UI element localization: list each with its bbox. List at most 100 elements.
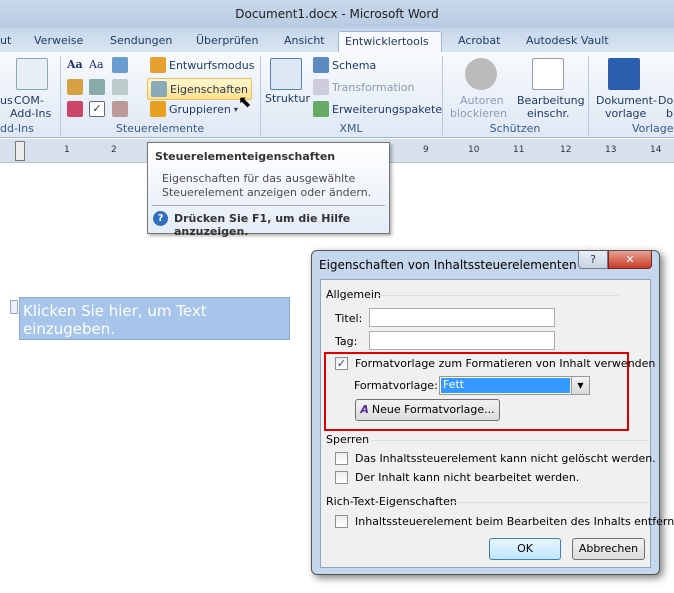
indent-marker-icon[interactable] xyxy=(15,141,25,161)
ruler-number: 12 xyxy=(560,145,572,155)
content-control-properties-dialog: Eigenschaften von Inhaltssteuerelementen… xyxy=(311,250,674,575)
ruler-number: 13 xyxy=(605,145,617,155)
ruler-number: 2 xyxy=(111,145,117,155)
document-template-icon xyxy=(608,58,640,90)
title-label: Titel: xyxy=(335,312,363,325)
group-schuetzen: Schützen xyxy=(489,122,541,135)
tab-verweise[interactable]: Verweise xyxy=(28,31,89,52)
placeholder-text: Klicken Sie hier, um Text einzugeben. xyxy=(23,302,207,338)
document-panel-line2[interactable]: b xyxy=(666,107,673,120)
transformation-button[interactable]: Transformation xyxy=(313,79,415,95)
section-rich-text: Rich-Text-Eigenschaften xyxy=(326,495,457,508)
block-authors-line1[interactable]: Autoren xyxy=(460,94,504,107)
tooltip: Steuerelementeigenschaften Eigenschaften… xyxy=(147,142,390,238)
tab-ueberpruefen[interactable]: Überprüfen xyxy=(190,31,264,52)
ruler-number: 9 xyxy=(423,145,429,155)
block-authors-icon xyxy=(465,58,497,90)
dropdown-list-icon[interactable] xyxy=(112,79,128,95)
group-steuerelemente: Steuerelemente xyxy=(115,122,205,135)
plain-text-control[interactable]: Aa xyxy=(89,58,104,71)
dialog-title: Eigenschaften von Inhaltssteuerelementen xyxy=(319,258,577,272)
ruler-number: 14 xyxy=(650,145,662,155)
document-template-line1[interactable]: Dokument- xyxy=(596,94,657,107)
new-style-button[interactable]: A Neue Formatvorlage... xyxy=(355,399,500,421)
rich-text-content-control[interactable]: Klicken Sie hier, um Text einzugeben. xyxy=(19,297,290,340)
structure-icon xyxy=(270,58,302,90)
style-label: Formatvorlage: xyxy=(354,379,438,392)
document-template-line2[interactable]: vorlage xyxy=(605,107,646,120)
lock-delete-checkbox[interactable] xyxy=(335,452,348,465)
ribbon-tabs: ut Verweise Sendungen Überprüfen Ansicht… xyxy=(0,28,674,52)
help-button[interactable]: ? xyxy=(578,251,608,269)
remove-on-edit-label: Inhaltssteuerelement beim Bearbeiten des… xyxy=(355,515,674,528)
section-general: Allgemein xyxy=(326,288,381,301)
style-select[interactable]: Fett ▼ xyxy=(439,376,590,395)
com-addins-icon xyxy=(16,58,48,90)
use-style-checkbox[interactable]: ✓ xyxy=(335,357,348,370)
block-authors-line2[interactable]: blockieren xyxy=(450,107,507,120)
tab-autodesk-vault[interactable]: Autodesk Vault xyxy=(520,31,615,52)
properties-button[interactable]: Eigenschaften xyxy=(147,78,252,100)
legacy-tools-icon[interactable] xyxy=(112,101,128,117)
section-locking: Sperren xyxy=(326,433,370,446)
schema-button[interactable]: Schema xyxy=(313,57,376,73)
design-mode-button[interactable]: Entwurfsmodus xyxy=(150,57,254,73)
group-button[interactable]: Gruppieren ▾ xyxy=(150,101,238,117)
tab-entwicklertools[interactable]: Entwicklertools xyxy=(338,31,442,52)
ruler-number: 11 xyxy=(513,145,525,155)
addins-partial[interactable]: us xyxy=(0,94,13,107)
close-button[interactable]: ✕ xyxy=(608,251,652,269)
help-icon: ? xyxy=(153,211,168,226)
lock-edit-label: Der Inhalt kann nicht bearbeitet werden. xyxy=(355,471,580,484)
tag-input[interactable] xyxy=(369,331,555,350)
properties-icon xyxy=(151,81,167,97)
ok-button[interactable]: OK xyxy=(489,538,561,560)
ruler-number: 10 xyxy=(468,145,480,155)
chevron-down-icon[interactable]: ▼ xyxy=(571,377,589,394)
tooltip-line1: Eigenschaften für das ausgewählte xyxy=(162,172,356,185)
restrict-editing-icon xyxy=(532,58,564,90)
com-addins-line1[interactable]: COM- xyxy=(14,94,44,107)
use-style-label: Formatvorlage zum Formatieren von Inhalt… xyxy=(355,357,656,370)
document-panel-line1[interactable]: Do xyxy=(658,94,673,107)
expansion-packs-icon xyxy=(313,101,329,117)
structure-button[interactable]: Struktur xyxy=(265,92,310,105)
remove-on-edit-checkbox[interactable] xyxy=(335,515,348,528)
group-addins: dd-Ins xyxy=(0,122,34,135)
group-icon xyxy=(150,101,166,117)
tab-layout[interactable]: ut xyxy=(0,31,17,52)
tooltip-help: Drücken Sie F1, um die Hilfe anzuzeigen. xyxy=(174,212,351,238)
tooltip-line2: Steuerelement anzeigen oder ändern. xyxy=(162,186,372,199)
group-xml: XML xyxy=(339,122,363,135)
restrict-editing-line2[interactable]: einschr. xyxy=(527,107,570,120)
rich-text-control[interactable]: Aa xyxy=(67,58,83,71)
title-input[interactable] xyxy=(369,308,555,327)
tab-sendungen[interactable]: Sendungen xyxy=(104,31,178,52)
restrict-editing-line1[interactable]: Bearbeitung xyxy=(517,94,585,107)
expansion-packs-button[interactable]: Erweiterungspakete xyxy=(313,101,442,117)
checkbox-control-icon[interactable]: ✓ xyxy=(89,101,105,117)
tag-label: Tag: xyxy=(335,335,358,348)
style-select-value: Fett xyxy=(441,378,570,393)
cancel-button[interactable]: Abbrechen xyxy=(572,538,645,560)
content-control-handle[interactable] xyxy=(10,300,18,314)
date-picker-icon[interactable] xyxy=(67,101,83,117)
design-mode-icon xyxy=(150,57,166,73)
ruler-number: 1 xyxy=(64,145,70,155)
combobox-icon[interactable] xyxy=(89,79,105,95)
tab-acrobat[interactable]: Acrobat xyxy=(452,31,506,52)
picture-control-icon[interactable] xyxy=(112,57,128,73)
lock-edit-checkbox[interactable] xyxy=(335,471,348,484)
transformation-icon xyxy=(313,79,329,95)
building-block-icon[interactable] xyxy=(67,79,83,95)
tab-ansicht[interactable]: Ansicht xyxy=(278,31,331,52)
tooltip-title: Steuerelementeigenschaften xyxy=(155,150,336,163)
ribbon: us COM- Add-Ins dd-Ins Aa Aa ✓ Entwurfsm… xyxy=(0,52,674,138)
new-style-icon: A xyxy=(360,403,369,416)
lock-delete-label: Das Inhaltssteuerelement kann nicht gelö… xyxy=(355,452,656,465)
mouse-cursor-icon: ⬉ xyxy=(238,92,252,111)
title-bar: Document1.docx - Microsoft Word xyxy=(0,0,674,28)
schema-icon xyxy=(313,57,329,73)
com-addins-line2[interactable]: Add-Ins xyxy=(10,107,51,120)
window-title: Document1.docx - Microsoft Word xyxy=(235,7,439,21)
